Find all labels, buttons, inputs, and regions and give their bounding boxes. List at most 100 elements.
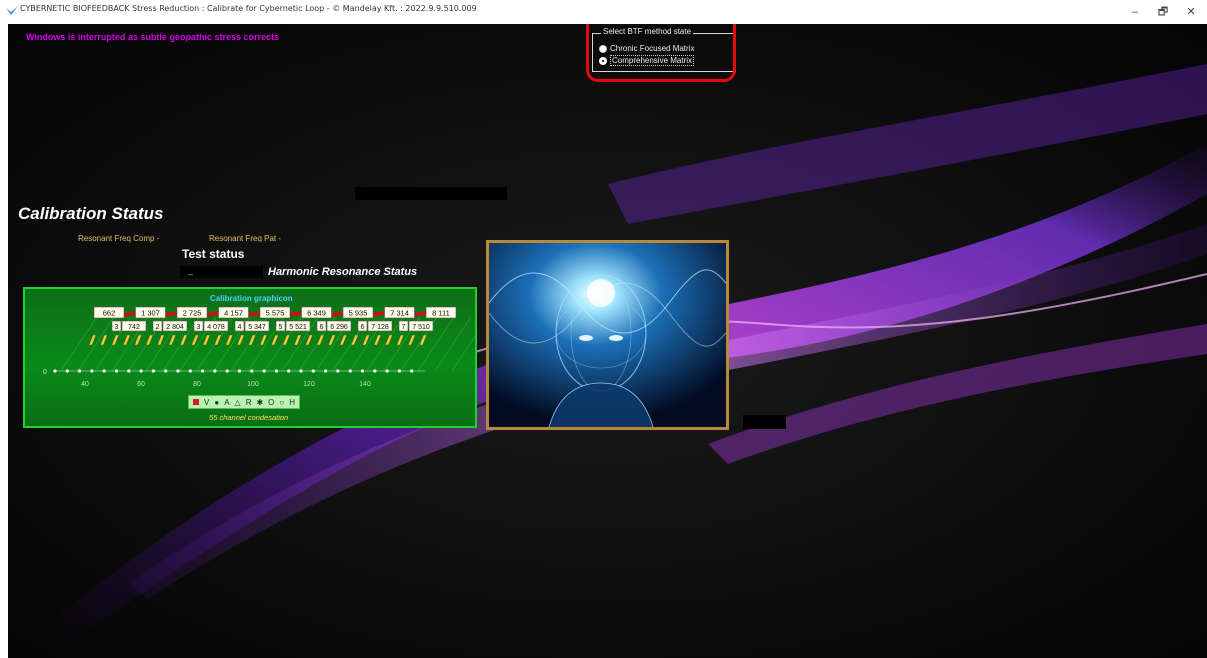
minimize-button[interactable]: – xyxy=(1122,4,1148,20)
axis-dot xyxy=(237,369,242,373)
spectrum-bar xyxy=(282,334,291,346)
axis-dot xyxy=(348,369,352,373)
spectrum-bar xyxy=(248,334,256,346)
spectrum-bar xyxy=(191,334,199,346)
axis-tick-label: 40 xyxy=(81,381,89,388)
axis-dot xyxy=(53,369,57,373)
spectrum-bar xyxy=(271,334,279,346)
spectrum-bar xyxy=(88,334,97,346)
top-value-text: 5 935 xyxy=(349,309,368,318)
axis-dot xyxy=(410,369,414,373)
second-value-text: 2 804 xyxy=(166,324,184,331)
top-value-text: 662 xyxy=(103,309,116,318)
axis-dot xyxy=(78,369,82,373)
title-bar: CYBERNETIC BIOFEEDBACK Stress Reduction … xyxy=(0,0,1207,24)
calibration-status-title: Calibration Status xyxy=(18,204,164,223)
axis-tick-label: 80 xyxy=(193,381,201,388)
top-value-text: 5 575 xyxy=(266,309,285,318)
second-value-text: 4 078 xyxy=(207,324,225,331)
channel-condensation-label: 55 channel condesation xyxy=(209,413,289,422)
axis-dot xyxy=(213,369,217,373)
axis-tick-label: 60 xyxy=(137,381,145,388)
spectrum-bar xyxy=(259,334,268,346)
second-value-text: 7 510 xyxy=(412,324,430,331)
index-text: 6 xyxy=(320,324,324,331)
axis-dot xyxy=(139,369,143,373)
connector-arrow xyxy=(248,311,260,317)
second-value-text: 5 521 xyxy=(289,324,307,331)
top-value-text: 4 157 xyxy=(224,309,243,318)
axis-dot xyxy=(360,369,365,373)
index-text: 3 xyxy=(197,324,201,331)
second-value-text: 5 347 xyxy=(248,324,266,331)
spectrum-bar xyxy=(168,334,177,346)
calibration-graph-panel: Calibration graphicon 662 1 307 2 725 4 157… xyxy=(23,287,477,428)
second-value-text: 6 296 xyxy=(330,324,348,331)
legend-red-square-icon xyxy=(193,399,199,405)
legend-item-r: R xyxy=(245,397,252,407)
axis-dot xyxy=(385,369,389,373)
axis-dot xyxy=(262,369,266,373)
axis-dot xyxy=(250,369,254,373)
biofeedback-head-image xyxy=(486,240,729,430)
spectrum-bar xyxy=(225,334,234,346)
axis-dot xyxy=(176,369,180,373)
index-text: 3 xyxy=(115,324,119,331)
graph-legend: V ● A △ R ✱ O ○ H xyxy=(188,395,301,409)
axis-dot xyxy=(311,369,315,373)
axis-dot xyxy=(127,369,131,373)
connector-arrow xyxy=(165,311,177,317)
legend-circle-icon: ● xyxy=(214,397,220,407)
resonant-freq-pat-label: Resonant Freq Pat - xyxy=(209,234,282,243)
test-status-value-box: _ xyxy=(180,265,263,278)
spectrum-bar xyxy=(305,334,313,346)
index-text: 6 xyxy=(361,324,365,331)
app-client-area: Windows is interrupted as subtle geopath… xyxy=(8,24,1207,658)
app-logo-icon xyxy=(6,6,18,15)
spectrum-bar xyxy=(214,334,222,346)
spectrum-bar xyxy=(407,334,416,346)
axis-dot xyxy=(201,369,205,373)
index-text: 4 xyxy=(238,324,242,331)
index-text: 5 xyxy=(279,324,283,331)
spectrum-bar xyxy=(122,334,131,346)
connector-arrow xyxy=(414,311,426,317)
grid-line xyxy=(77,316,115,372)
spectrum-bar xyxy=(100,334,108,346)
head-illustration xyxy=(489,243,726,427)
legend-item-v: V xyxy=(204,397,210,407)
spectrum-bar xyxy=(373,334,382,346)
spectrum-bar xyxy=(236,334,245,346)
top-value-text: 6 349 xyxy=(307,309,326,318)
axis-dot xyxy=(114,369,119,373)
legend-triangle-icon: △ xyxy=(234,397,241,407)
axis-dot xyxy=(188,369,192,373)
axis-dot xyxy=(151,369,155,373)
axis-dot xyxy=(336,369,340,373)
legend-ring-icon: ○ xyxy=(279,397,285,407)
spectrum-bar xyxy=(339,334,348,346)
legend-item-h: H xyxy=(289,397,296,407)
second-value-text: 742 xyxy=(128,324,140,331)
hidden-value-bar xyxy=(743,415,786,429)
axis-dot xyxy=(274,369,278,373)
spectrum-bar xyxy=(134,334,142,346)
close-button[interactable]: ✕ xyxy=(1178,4,1204,20)
spectrum-bar xyxy=(111,334,120,346)
geopathic-warning: Windows is interrupted as subtle geopath… xyxy=(26,32,279,42)
grid-line xyxy=(434,316,472,372)
connector-arrow xyxy=(373,311,384,317)
red-highlight-box xyxy=(586,24,736,82)
axis-dot xyxy=(373,369,377,373)
spectrum-bar xyxy=(179,334,188,346)
window-title: CYBERNETIC BIOFEEDBACK Stress Reduction … xyxy=(20,4,477,13)
maximize-button[interactable]: 🗗 xyxy=(1150,4,1176,20)
test-status-value: _ xyxy=(188,265,194,275)
resonant-freq-comp-label: Resonant Freq Comp - xyxy=(78,234,160,243)
connector-arrow xyxy=(331,311,343,317)
grid-line xyxy=(451,335,475,372)
spectrum-bar xyxy=(316,334,325,346)
axis-dot xyxy=(102,369,106,373)
axis-dot xyxy=(397,369,401,373)
axis-tick-label: 140 xyxy=(359,381,371,388)
